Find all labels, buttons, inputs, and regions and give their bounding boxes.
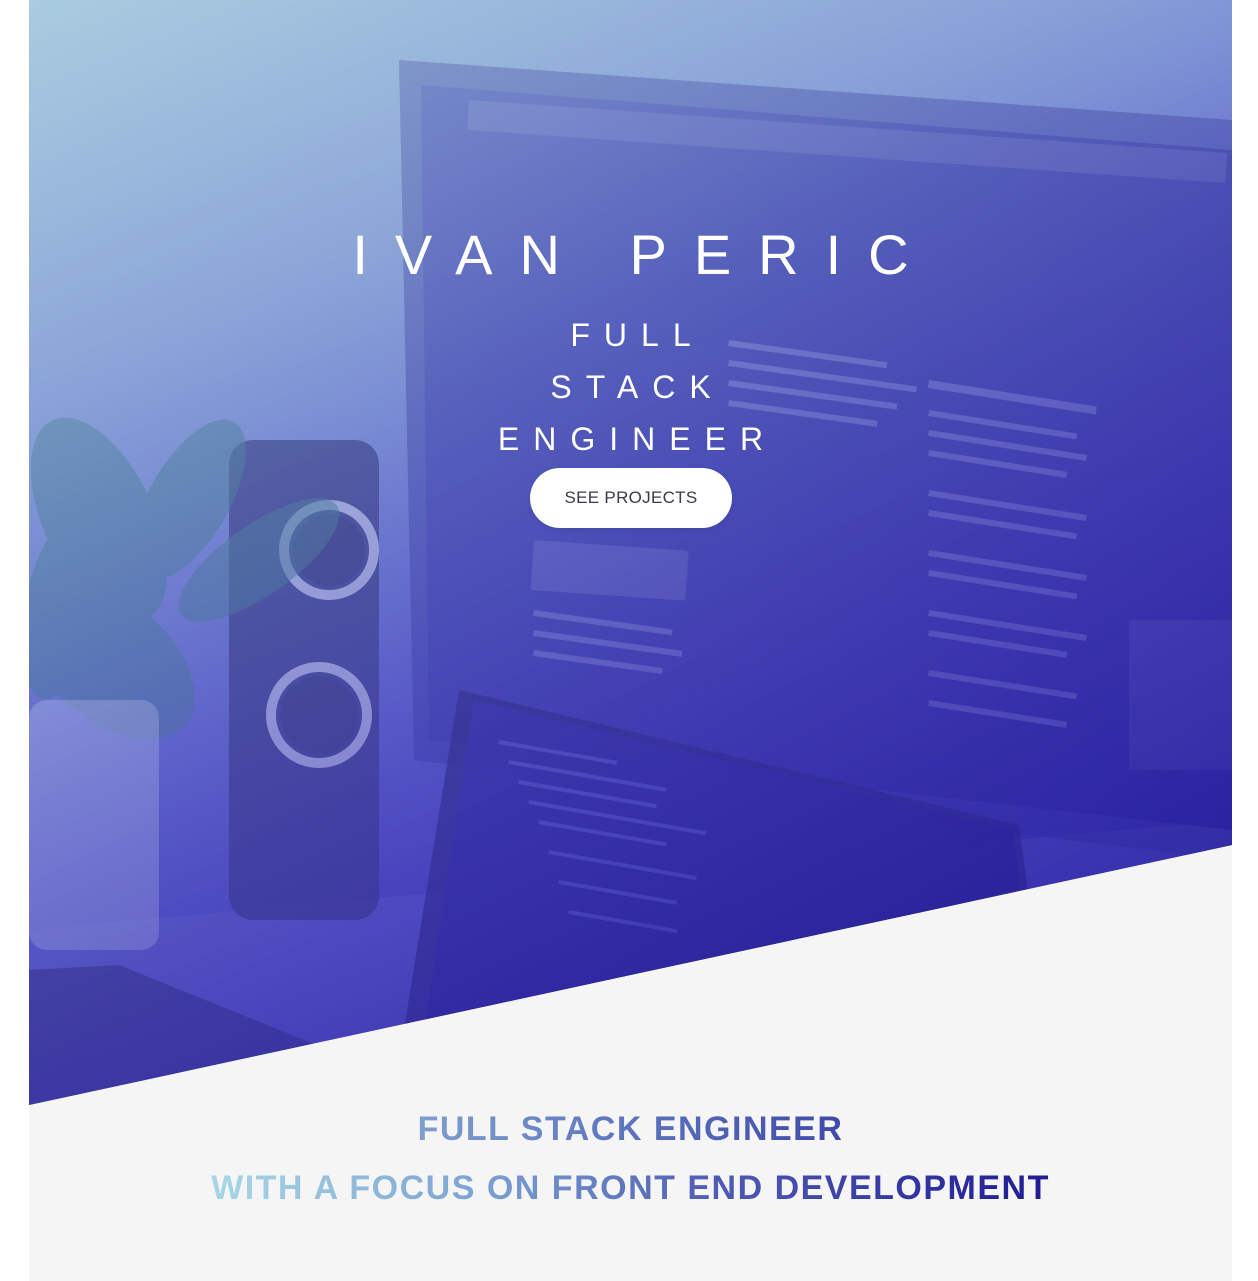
tagline-line-1: FULL STACK ENGINEER bbox=[418, 1100, 844, 1159]
hero-overlay bbox=[29, 0, 1232, 1105]
hero-section: IVAN PERIC FULL STACK ENGINEER SEE PROJE… bbox=[29, 0, 1232, 1105]
hero-content: IVAN PERIC FULL STACK ENGINEER bbox=[29, 215, 1232, 465]
see-projects-button[interactable]: SEE PROJECTS bbox=[530, 468, 732, 528]
tagline-line-2: WITH A FOCUS ON FRONT END DEVELOPMENT bbox=[211, 1159, 1050, 1218]
hero-name: IVAN PERIC bbox=[352, 223, 936, 286]
hero-role: FULL STACK ENGINEER bbox=[497, 317, 778, 457]
portfolio-page: IVAN PERIC FULL STACK ENGINEER SEE PROJE… bbox=[29, 0, 1232, 1281]
tagline-section: FULL STACK ENGINEER WITH A FOCUS ON FRON… bbox=[29, 1100, 1232, 1218]
